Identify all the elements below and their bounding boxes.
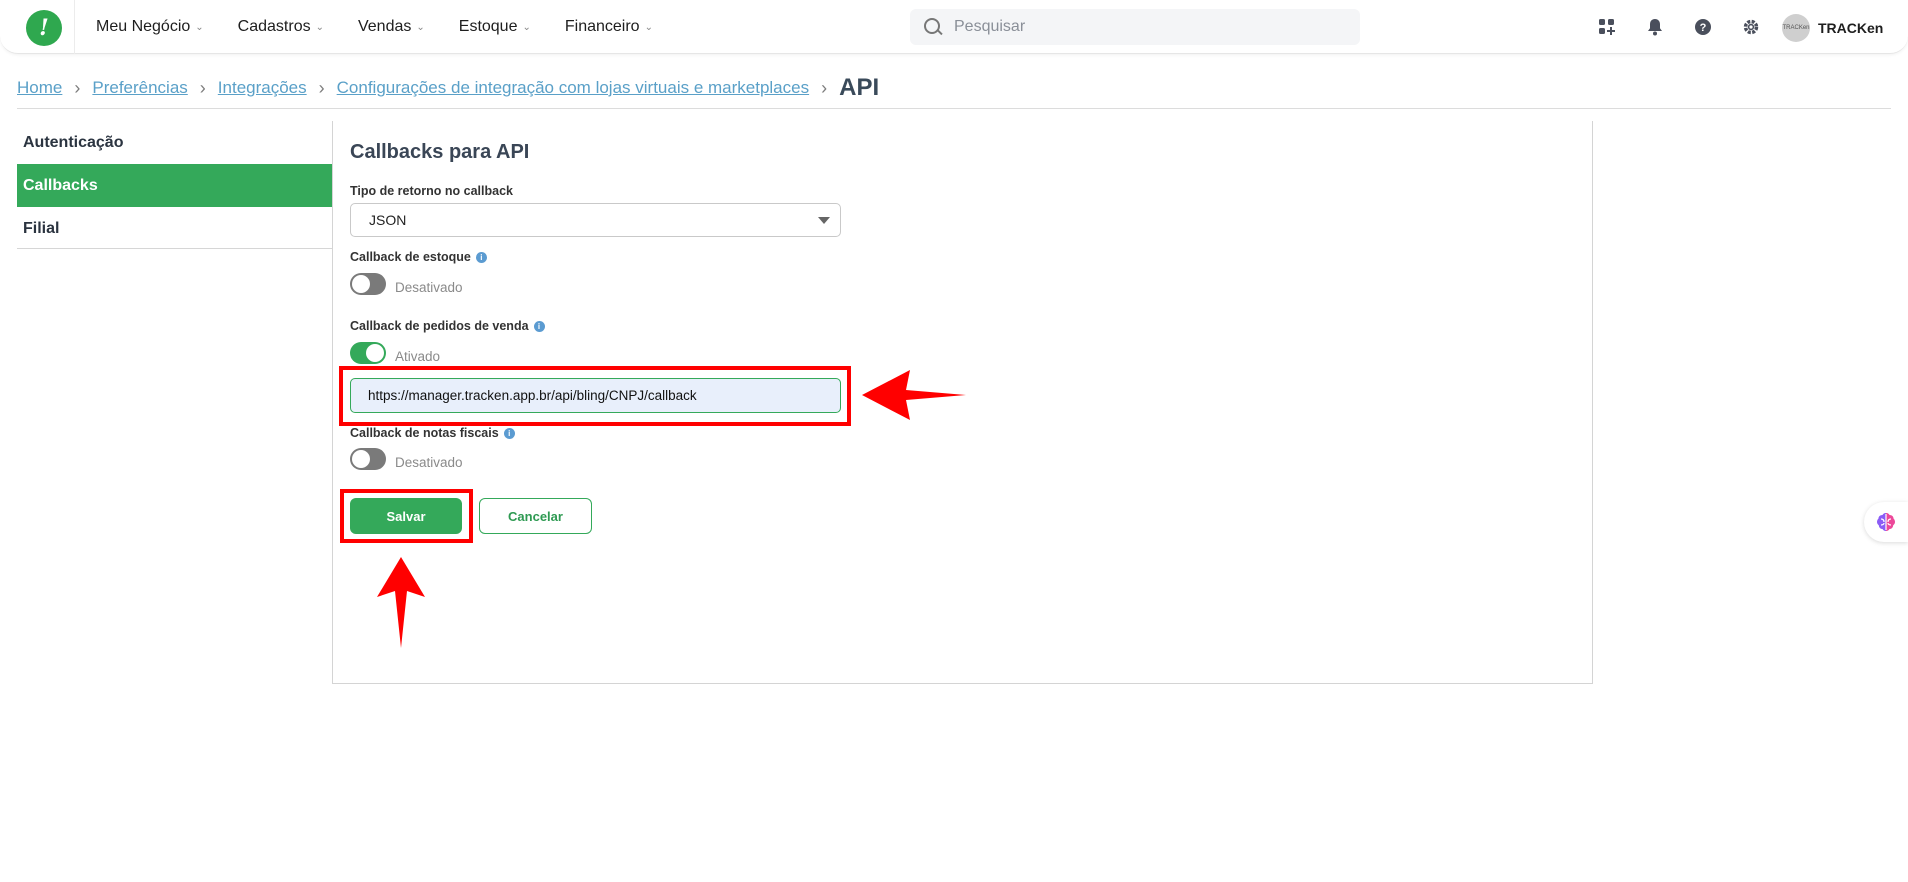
label-text: Callback de notas fiscais <box>350 426 499 440</box>
page-title: API <box>839 74 880 101</box>
search-icon <box>924 18 942 36</box>
return-type-select[interactable]: JSON <box>350 203 841 237</box>
divider <box>74 0 75 54</box>
select-value: JSON <box>369 212 407 228</box>
caret-down-icon <box>818 217 830 224</box>
bell-icon[interactable] <box>1644 16 1666 38</box>
breadcrumb-preferencias[interactable]: Preferências <box>92 78 187 98</box>
avatar: TRACKen <box>1782 14 1810 42</box>
sidebar-item-callbacks[interactable]: Callbacks <box>17 164 333 207</box>
toggle-knob <box>352 450 370 468</box>
invoices-callback-label: Callback de notas fiscais i <box>350 426 515 440</box>
breadcrumb-configuracoes[interactable]: Configurações de integração com lojas vi… <box>337 78 809 98</box>
section-title: Callbacks para API <box>350 141 530 163</box>
sidebar-item-filial[interactable]: Filial <box>17 207 333 250</box>
toggle-knob <box>352 275 370 293</box>
chevron-down-icon: ⌄ <box>644 21 653 33</box>
chevron-down-icon: ⌄ <box>416 21 425 33</box>
chevron-right-icon: › <box>74 77 81 98</box>
divider <box>17 248 333 249</box>
app-logo[interactable]: ! <box>26 10 62 46</box>
chevron-down-icon: ⌄ <box>522 21 531 33</box>
invoices-callback-toggle[interactable] <box>350 448 386 470</box>
chevron-right-icon: › <box>199 77 206 98</box>
stock-callback-label: Callback de estoque i <box>350 250 487 264</box>
brain-icon <box>1877 513 1895 531</box>
label-text: Callback de estoque <box>350 250 471 264</box>
chevron-right-icon: › <box>821 77 828 98</box>
info-icon[interactable]: i <box>475 251 487 263</box>
breadcrumb-integracoes[interactable]: Integrações <box>218 78 307 98</box>
menu-vendas[interactable]: Vendas ⌄ <box>358 18 425 36</box>
menu-label: Cadastros <box>237 18 311 35</box>
return-type-label: Tipo de retorno no callback <box>350 184 513 198</box>
menu-label: Estoque <box>458 18 518 35</box>
stock-callback-toggle[interactable] <box>350 273 386 295</box>
invoices-callback-state: Desativado <box>395 455 463 470</box>
apps-grid-icon[interactable] <box>1596 16 1618 38</box>
chevron-right-icon: › <box>318 77 325 98</box>
chevron-down-icon: ⌄ <box>315 21 324 33</box>
label-text: Callback de pedidos de venda <box>350 319 529 333</box>
label-text: Tipo de retorno no callback <box>350 184 513 198</box>
sidebar: Autenticação Callbacks Filial <box>17 121 333 250</box>
search-input[interactable] <box>954 18 1334 36</box>
cancel-button[interactable]: Cancelar <box>479 498 592 534</box>
info-icon[interactable]: i <box>533 320 545 332</box>
chevron-down-icon: ⌄ <box>195 21 204 33</box>
toggle-knob <box>366 344 384 362</box>
menu-label: Meu Negócio <box>96 18 191 35</box>
stock-callback-state: Desativado <box>395 280 463 295</box>
svg-text:?: ? <box>1700 22 1707 34</box>
top-navbar: ! Meu Negócio ⌄ Cadastros ⌄ Vendas ⌄ Estoqu… <box>0 0 1908 54</box>
menu-label: Vendas <box>357 18 412 35</box>
help-icon[interactable]: ? <box>1692 16 1714 38</box>
menu-label: Financeiro <box>564 18 640 35</box>
annotation-highlight-box <box>340 489 473 543</box>
user-menu[interactable]: TRACKen TRACKen <box>1782 14 1883 42</box>
top-icons: ? <box>1596 0 1762 54</box>
menu-meu-negocio[interactable]: Meu Negócio ⌄ <box>96 18 204 36</box>
user-name: TRACKen <box>1818 20 1884 36</box>
menu-estoque[interactable]: Estoque ⌄ <box>459 18 531 36</box>
gear-icon[interactable] <box>1740 16 1762 38</box>
menu-cadastros[interactable]: Cadastros ⌄ <box>238 18 324 36</box>
annotation-arrow-up <box>377 557 425 648</box>
divider <box>17 108 1891 109</box>
menu-financeiro[interactable]: Financeiro ⌄ <box>565 18 653 36</box>
main-menu: Meu Negócio ⌄ Cadastros ⌄ Vendas ⌄ Estoque ⌄… <box>96 0 653 54</box>
orders-callback-toggle[interactable] <box>350 342 386 364</box>
annotation-highlight-box <box>339 366 851 426</box>
annotation-arrow-left <box>862 370 966 420</box>
breadcrumb-home[interactable]: Home <box>17 78 62 98</box>
breadcrumb: Home › Preferências › Integrações › Conf… <box>17 74 879 102</box>
sidebar-item-autenticacao[interactable]: Autenticação <box>17 121 333 164</box>
orders-callback-state: Ativado <box>395 349 441 364</box>
orders-callback-label: Callback de pedidos de venda i <box>350 319 545 333</box>
assistant-widget[interactable] <box>1864 502 1908 542</box>
info-icon[interactable]: i <box>503 427 515 439</box>
search-bar <box>910 9 1360 45</box>
